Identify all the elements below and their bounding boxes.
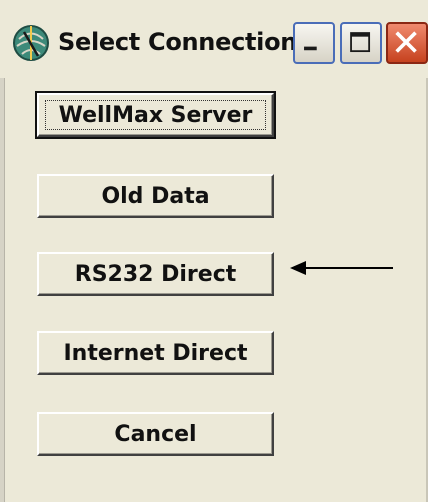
- cancel-label: Cancel: [114, 421, 197, 447]
- left-arrow-icon: [290, 261, 393, 275]
- minimize-icon: [304, 46, 317, 51]
- cancel-button[interactable]: Cancel: [37, 412, 274, 456]
- rs232-direct-button[interactable]: RS232 Direct: [37, 252, 274, 296]
- select-connection-dialog: Select Connection WellMax Server Old Dat…: [0, 0, 428, 502]
- wellmax-server-label: WellMax Server: [58, 102, 253, 128]
- minimize-button[interactable]: [293, 22, 335, 64]
- window-title: Select Connection: [58, 28, 298, 56]
- app-icon: [13, 25, 49, 61]
- title-bar[interactable]: Select Connection: [0, 0, 428, 78]
- old-data-button[interactable]: Old Data: [37, 174, 274, 218]
- old-data-label: Old Data: [101, 183, 210, 209]
- maximize-button[interactable]: [340, 22, 382, 64]
- close-icon: [395, 31, 417, 53]
- internet-direct-label: Internet Direct: [63, 340, 248, 366]
- maximize-icon: [350, 32, 371, 53]
- rs232-direct-label: RS232 Direct: [74, 261, 237, 287]
- close-button[interactable]: [386, 22, 428, 64]
- wellmax-server-button[interactable]: WellMax Server: [35, 91, 276, 139]
- internet-direct-button[interactable]: Internet Direct: [37, 331, 274, 375]
- window-frame-left: [0, 78, 5, 502]
